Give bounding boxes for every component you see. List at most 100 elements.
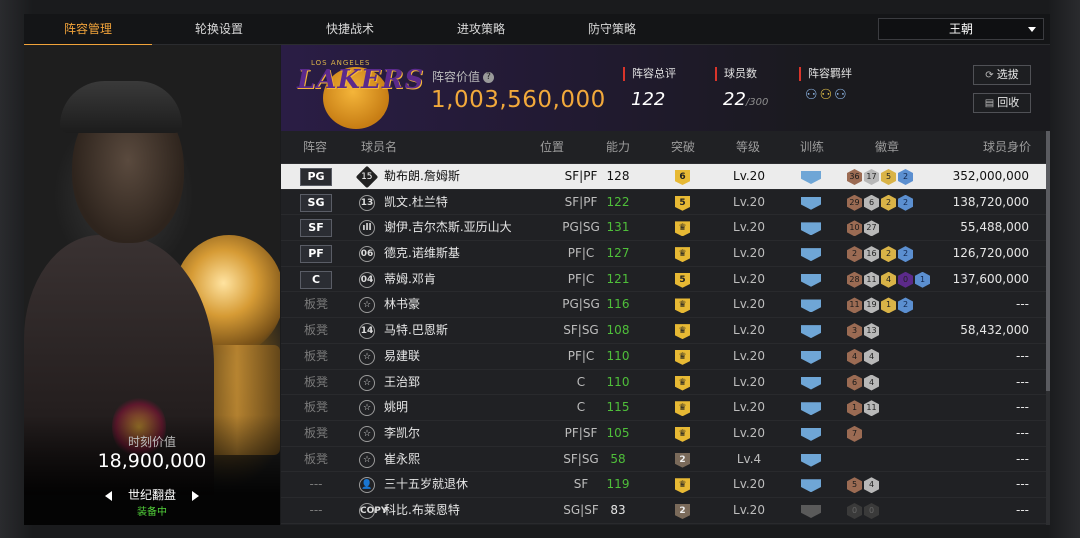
player-level: Lv.20 [733, 297, 765, 312]
badge-icon: 2 [898, 246, 913, 263]
training-icon[interactable] [801, 196, 821, 210]
table-row[interactable]: --- COPY 科比.布莱恩特 SG|SF 83 2 Lv.20 0 0 --- [281, 498, 1050, 524]
pick-button[interactable]: ⟳ 选拔 [973, 65, 1031, 85]
training-icon[interactable] [801, 453, 821, 467]
table-row[interactable]: 板凳 ☆ 李凯尔 PF|SF 105 ♛ Lv.20 7 --- [281, 421, 1050, 447]
team-select[interactable]: 王朝 [878, 18, 1044, 40]
player-name: 王治郅 [384, 374, 421, 389]
lineup-slot-badge: PG [300, 168, 332, 186]
player-moment-card[interactable]: 时刻价值 18,900,000 世纪翻盘 装备中 [24, 45, 280, 525]
scrollbar-thumb[interactable] [1046, 131, 1050, 391]
lineup-slot-badge: SG [300, 193, 332, 212]
prev-arrow-icon[interactable] [105, 490, 113, 501]
moment-value: 18,900,000 [97, 450, 207, 472]
player-value: --- [1016, 400, 1029, 415]
table-row[interactable]: 板凳 ☆ 崔永熙 SF|SG 58 2 Lv.4 --- [281, 447, 1050, 473]
training-icon[interactable] [801, 479, 821, 493]
breakthrough-badge-icon: ♛ [675, 375, 690, 391]
recycle-button-label: 回收 [997, 96, 1020, 109]
training-icon[interactable] [801, 376, 821, 390]
help-icon[interactable]: ? [483, 72, 495, 83]
jersey-number-icon: ☆ [359, 297, 375, 314]
player-value: --- [1016, 451, 1029, 466]
badge-icon: 0 [847, 502, 862, 519]
table-row[interactable]: 板凳 ☆ 易建联 PF|C 110 ♛ Lv.20 4 4 --- [281, 344, 1050, 370]
table-row[interactable]: --- 👤 三十五岁就退休 SF 119 ♛ Lv.20 5 4 --- [281, 472, 1050, 498]
breakthrough-badge-icon: ♛ [675, 247, 690, 263]
players-max: /300 [745, 97, 769, 108]
training-icon[interactable] [801, 350, 821, 364]
table-row[interactable]: PF 06 德克.诺维斯基 PF|C 127 ♛ Lv.20 2 16 2 2 126,720,000 [281, 241, 1050, 267]
lineup-slot: 板凳 [303, 348, 328, 363]
col-value: 球员身价 [983, 140, 1032, 154]
badge-icon: 29 [847, 194, 862, 211]
table-row[interactable]: 板凳 ☆ 王治郅 C 110 ♛ Lv.20 6 4 --- [281, 370, 1050, 396]
player-level: Lv.20 [733, 502, 765, 517]
tab-offense-strategy[interactable]: 进攻策略 [417, 14, 545, 45]
lineup-value-label: 阵容价值 [432, 70, 481, 84]
badge-icon: 1 [847, 400, 862, 417]
player-level: Lv.20 [733, 348, 765, 363]
player-level: Lv.20 [733, 374, 765, 389]
training-icon[interactable] [801, 504, 821, 518]
badges-group: 10 27 [847, 220, 881, 237]
training-icon[interactable] [801, 299, 821, 313]
tab-rotation-settings[interactable]: 轮换设置 [155, 14, 283, 45]
next-arrow-icon[interactable] [191, 490, 199, 501]
training-icon[interactable] [801, 171, 821, 184]
player-value: --- [1016, 477, 1029, 492]
badge-icon: 2 [898, 169, 913, 185]
table-row[interactable]: 板凳 14 马特.巴恩斯 SF|SG 108 ♛ Lv.20 3 13 58,432,000 [281, 318, 1050, 344]
table-row[interactable]: PG 15 勒布朗.詹姆斯 SF|PF 128 6 Lv.20 36 17 5 2 352,000,0… [281, 164, 1050, 190]
training-icon[interactable] [801, 427, 821, 441]
lineup-value-label-row: 阵容价值? [432, 68, 495, 85]
rating-value: 122 [631, 89, 666, 110]
roster-table: 阵容 球员名 位置 能力 突破 等级 训练 徽章 球员身价 PG 15 勒布朗.詹姆… [281, 131, 1050, 525]
tab-defense-strategy[interactable]: 防守策略 [548, 14, 676, 45]
training-icon[interactable] [801, 402, 821, 416]
table-row[interactable]: 板凳 ☆ 林书豪 PG|SG 116 ♛ Lv.20 11 19 1 2 --- [281, 292, 1050, 319]
table-header: 阵容 球员名 位置 能力 突破 等级 训练 徽章 球员身价 [281, 131, 1050, 164]
tab-lineup-management[interactable]: 阵容管理 [24, 14, 152, 46]
col-ability: 能力 [606, 140, 631, 154]
jersey-number-icon: 13 [359, 194, 375, 211]
breakthrough-badge-icon: ♛ [675, 298, 690, 314]
training-icon[interactable] [801, 248, 821, 262]
badges-group: 44 [847, 348, 881, 365]
rating-stat: 阵容总评 122 [623, 67, 676, 110]
badge-icon: 27 [864, 220, 879, 237]
player-name: 谢伊.吉尔杰斯.亚历山大 [384, 220, 512, 235]
player-value: 58,432,000 [960, 323, 1029, 338]
tab-quick-tactics[interactable]: 快捷战术 [286, 14, 414, 45]
lineup-slot: --- [309, 477, 323, 492]
lineup-slot: 板凳 [303, 451, 328, 466]
player-name: 崔永熙 [384, 451, 421, 466]
player-ability: 110 [606, 348, 630, 363]
player-level: Lv.20 [733, 425, 765, 440]
jersey-number-icon: ıll [359, 220, 375, 237]
scrollbar[interactable] [1046, 131, 1050, 525]
bond-stat: 阵容羁绊 ⚇⚇⚇ [799, 67, 852, 103]
badge-icon: 7 [847, 425, 862, 442]
badges-group: 64 [847, 374, 881, 391]
table-row[interactable]: 板凳 ☆ 姚明 C 115 ♛ Lv.20 1 11 --- [281, 395, 1050, 421]
training-icon[interactable] [801, 222, 821, 236]
badge-icon: 2 [847, 246, 862, 263]
recycle-button[interactable]: ▤ 回收 [973, 93, 1031, 113]
jersey-number-icon: ☆ [359, 451, 375, 468]
table-row[interactable]: SF ıll 谢伊.吉尔杰斯.亚历山大 PG|SG 131 ♛ Lv.20 10 27 55,48… [281, 215, 1050, 242]
training-icon[interactable] [801, 325, 821, 339]
badge-icon: 10 [847, 220, 862, 237]
table-row[interactable]: C 04 蒂姆.邓肯 PF|C 121 5 Lv.20 28 11 4 0 1 137,600,000 [281, 267, 1050, 293]
badge-icon: 28 [847, 271, 862, 288]
jersey-number-icon: 14 [359, 323, 375, 340]
lineup-slot: 板凳 [303, 323, 328, 338]
bond-group-icon: ⚇ [819, 87, 835, 103]
col-breakthrough: 突破 [671, 140, 696, 154]
player-level: Lv.20 [733, 271, 765, 286]
badge-icon: 1 [915, 271, 930, 288]
col-training: 训练 [800, 140, 825, 154]
bond-icons[interactable]: ⚇⚇⚇ [799, 87, 852, 103]
training-icon[interactable] [801, 273, 821, 287]
table-row[interactable]: SG 13 凯文.杜兰特 SF|PF 122 5 Lv.20 29 6 2 2 138,720,000 [281, 190, 1050, 216]
